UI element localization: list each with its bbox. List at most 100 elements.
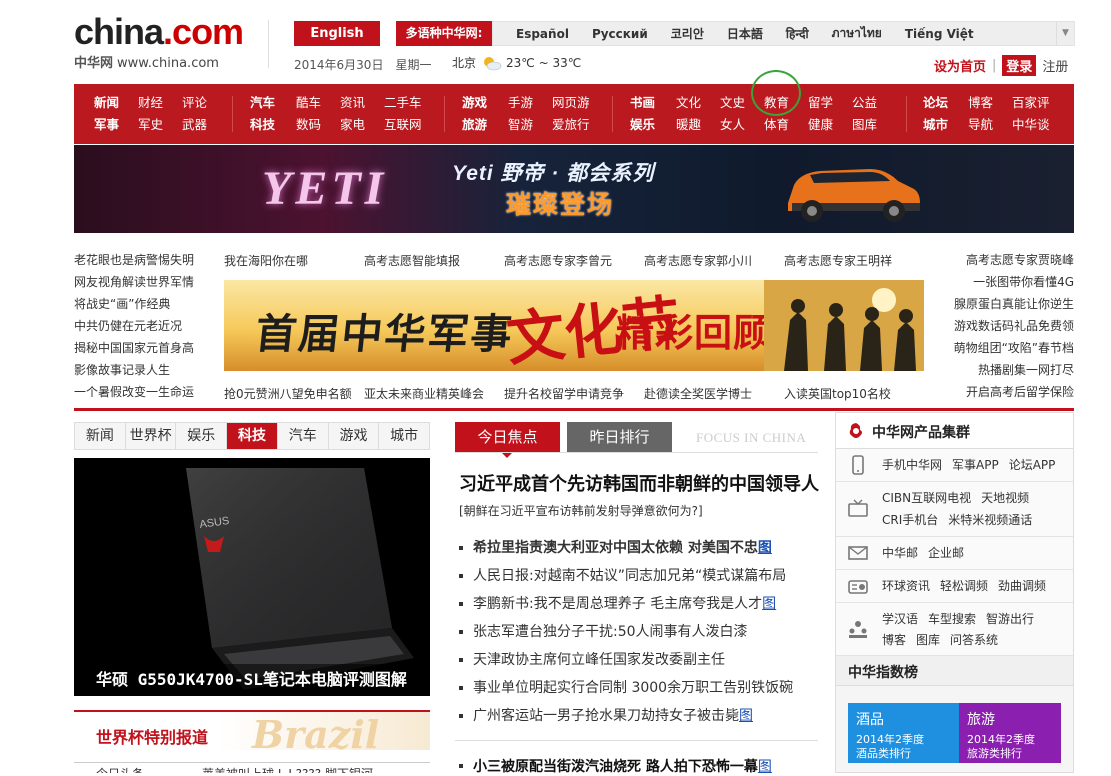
subheadline[interactable]: [朝鲜在习近平宣布访韩前发射导弹意欲何为?] (459, 502, 703, 519)
tab-tech[interactable]: 科技 (227, 423, 278, 449)
nav-item[interactable]: 论坛 (923, 92, 968, 114)
military-festival-banner[interactable]: 首届中华军事 文化节 精彩回顾 (224, 280, 924, 371)
promo-link[interactable]: 抢0元赞洲八望免申名额 (224, 385, 352, 402)
promo-link[interactable]: 影像故事记录人生 (74, 362, 224, 384)
promo-link[interactable]: 亚太未来商业精英峰会 (364, 385, 484, 402)
nav-item[interactable]: 百家评 (1012, 92, 1062, 114)
promo-link[interactable]: 网友视角解读世界军情 (74, 274, 224, 296)
tab-yesterday-rank[interactable]: 昨日排行 (567, 422, 672, 452)
promo-link[interactable]: 腺原蛋白真能让你逆生 (952, 296, 1074, 318)
nav-item[interactable]: 导航 (968, 114, 1012, 136)
product-link[interactable]: CRI手机台 (882, 513, 938, 527)
lang-link[interactable]: Русский (592, 27, 648, 41)
product-link[interactable]: 劲曲调频 (998, 579, 1046, 593)
product-link[interactable]: 天地视频 (981, 491, 1029, 505)
lang-link[interactable]: 코리안 (671, 25, 704, 42)
tab-today-focus[interactable]: 今日焦点 (455, 422, 560, 458)
nav-item[interactable]: 留学 (808, 92, 852, 114)
left-bottom-link[interactable]: 莱美被叫上球 L J ???? 脚下银河 (202, 765, 373, 773)
nav-item[interactable]: 书画 (630, 92, 676, 114)
photo-tag[interactable]: 图 (739, 707, 753, 725)
nav-item[interactable]: 酷车 (296, 92, 340, 114)
news-item[interactable]: 小三被原配当街泼汽油烧死 路人拍下恐怖一幕图 (459, 756, 772, 776)
promo-link[interactable]: 我在海阳你在哪 (224, 252, 308, 269)
product-link[interactable]: 论坛APP (1009, 458, 1056, 472)
product-link[interactable]: CIBN互联网电视 (882, 491, 971, 505)
nav-item[interactable]: 爱旅行 (552, 114, 602, 136)
nav-item[interactable]: 图库 (852, 114, 892, 136)
promo-link[interactable]: 入读英国top10名校 (784, 385, 891, 402)
chevron-down-icon[interactable]: ▼ (1056, 22, 1074, 45)
lang-link[interactable]: हिन्दी (786, 25, 809, 42)
promo-link[interactable]: 高考志愿专家贾晓峰 (952, 252, 1074, 274)
product-link[interactable]: 智游出行 (986, 612, 1034, 626)
nav-item[interactable]: 女人 (720, 114, 764, 136)
promo-link[interactable]: 提升名校留学申请竞争 (504, 385, 624, 402)
tab-city[interactable]: 城市 (379, 423, 429, 449)
lang-link[interactable]: 日本語 (727, 25, 763, 42)
headline[interactable]: 习近平成首个先访韩国而非朝鲜的中国领导人 (459, 470, 819, 496)
english-button[interactable]: English (294, 21, 380, 46)
nav-item[interactable]: 网页游 (552, 92, 602, 114)
product-link[interactable]: 问答系统 (950, 633, 998, 647)
tab-worldcup[interactable]: 世界杯 (126, 423, 177, 449)
news-item[interactable]: 李鹏新书:我不是周总理养子 毛主席夸我是人才图 (459, 590, 821, 618)
promo-link[interactable]: 萌物组团“攻陷”春节档 (952, 340, 1074, 362)
news-item[interactable]: 张志军遭台独分子干扰:50人闹事有人泼白漆 (459, 618, 821, 646)
register-link[interactable]: 注册 (1042, 56, 1068, 75)
promo-link[interactable]: 高考志愿专家郭小川 (644, 252, 752, 269)
promo-link[interactable]: 将战史“画”作经典 (74, 296, 224, 318)
product-link[interactable]: 中华邮 (882, 546, 918, 560)
worldcup-section[interactable]: Brazil 世界杯特别报道 (74, 710, 430, 757)
promo-link[interactable]: 高考志愿专家李曾元 (504, 252, 612, 269)
left-bottom-label[interactable]: 今日头条 (96, 765, 144, 773)
promo-link[interactable]: 高考志愿专家王明祥 (784, 252, 892, 269)
nav-item[interactable]: 娱乐 (630, 114, 676, 136)
product-link[interactable]: 学汉语 (882, 612, 918, 626)
product-link[interactable]: 企业邮 (928, 546, 964, 560)
nav-item[interactable]: 武器 (182, 114, 222, 136)
promo-link[interactable]: 揭秘中国国家元首身高 (74, 340, 224, 362)
news-item[interactable]: 希拉里指责澳大利亚对中国太依赖 对美国不忠图 (459, 534, 821, 562)
promo-link[interactable]: 中共仍健在元老近况 (74, 318, 224, 340)
product-link[interactable]: 博客 (882, 633, 906, 647)
news-item[interactable]: 广州客运站一男子抢水果刀劫持女子被击毙图 (459, 702, 821, 730)
product-link[interactable]: 环球资讯 (882, 579, 930, 593)
nav-item[interactable]: 互联网 (384, 114, 430, 136)
nav-item[interactable]: 中华谈 (1012, 114, 1062, 136)
product-link[interactable]: 车型搜索 (928, 612, 976, 626)
nav-item[interactable]: 二手车 (384, 92, 430, 114)
nav-item[interactable]: 家电 (340, 114, 384, 136)
nav-item[interactable]: 科技 (250, 114, 296, 136)
product-link[interactable]: 军事APP (952, 458, 999, 472)
photo-tag[interactable]: 图 (758, 756, 772, 776)
nav-item[interactable]: 智游 (508, 114, 552, 136)
product-link[interactable]: 轻松调频 (940, 579, 988, 593)
promo-link[interactable]: 开启高考后留学保险 (952, 384, 1074, 406)
nav-item[interactable]: 汽车 (250, 92, 296, 114)
news-item[interactable]: 天津政协主席何立峰任国家发改委副主任 (459, 646, 821, 674)
site-logo[interactable]: china.com 中华网 www.china.com (74, 14, 244, 72)
nav-item[interactable]: 评论 (182, 92, 222, 114)
nav-item[interactable]: 公益 (852, 92, 892, 114)
tab-games[interactable]: 游戏 (329, 423, 380, 449)
promo-link[interactable]: 老花眼也是病警惕失明 (74, 252, 224, 274)
promo-link[interactable]: 赴德读全奖医学博士 (644, 385, 752, 402)
yeti-ad-banner[interactable]: YETI Yeti 野帝 · 都会系列 璀璨登场 (74, 145, 1074, 233)
promo-link[interactable]: 热播剧集一网打尽 (952, 362, 1074, 384)
photo-tag[interactable]: 图 (762, 595, 776, 613)
lang-link[interactable]: Español (516, 27, 569, 41)
product-link[interactable]: 图库 (916, 633, 940, 647)
promo-link[interactable]: 游戏数话码礼品免费领 (952, 318, 1074, 340)
nav-item[interactable]: 数码 (296, 114, 340, 136)
nav-item[interactable]: 旅游 (462, 114, 508, 136)
nav-item[interactable]: 资讯 (340, 92, 384, 114)
nav-item[interactable]: 暖趣 (676, 114, 720, 136)
promo-link[interactable]: 一个暑假改变一生命运 (74, 384, 224, 406)
nav-item[interactable]: 文化 (676, 92, 720, 114)
nav-item[interactable]: 手游 (508, 92, 552, 114)
nav-item[interactable]: 军事 (94, 114, 138, 136)
tab-news[interactable]: 新闻 (75, 423, 126, 449)
tab-auto[interactable]: 汽车 (278, 423, 329, 449)
product-link[interactable]: 手机中华网 (882, 458, 942, 472)
